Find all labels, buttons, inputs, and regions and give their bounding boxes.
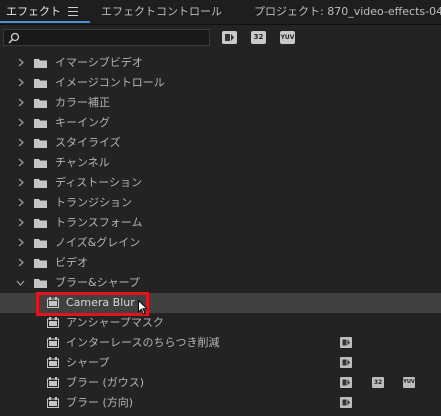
folder-icon bbox=[34, 99, 47, 108]
search-icon bbox=[8, 32, 20, 44]
folder-label: チャンネル bbox=[55, 156, 110, 169]
folder-icon bbox=[34, 279, 47, 288]
effect-label: ブラー (方向) bbox=[66, 396, 134, 409]
effect-row[interactable]: アンシャープマスク bbox=[0, 313, 441, 333]
accelerated-badge-icon bbox=[340, 357, 352, 368]
folder-row[interactable]: イメージコントロール bbox=[0, 73, 441, 93]
chevron-right-icon[interactable] bbox=[16, 198, 25, 207]
folder-label: ディストーション bbox=[55, 176, 143, 189]
effect-icon bbox=[47, 397, 59, 408]
folder-icon bbox=[34, 179, 47, 188]
folder-icon bbox=[34, 59, 47, 68]
folder-label: ノイズ&グレイン bbox=[55, 236, 141, 249]
folder-icon bbox=[34, 199, 47, 208]
folder-icon bbox=[34, 79, 47, 88]
folder-row[interactable]: トランスフォーム bbox=[0, 213, 441, 233]
folder-row[interactable]: カラー補正 bbox=[0, 93, 441, 113]
effects-tree: イマーシブビデオ イメージコントロール カラー補正 キーイング スタイライズ チ… bbox=[0, 53, 441, 416]
chevron-right-icon[interactable] bbox=[16, 78, 25, 87]
accelerated-badge-icon bbox=[340, 337, 352, 348]
accelerated-badge-icon bbox=[340, 377, 352, 388]
folder-label: キーイング bbox=[55, 116, 110, 129]
folder-row-expanded[interactable]: ブラー&シャープ bbox=[0, 273, 441, 293]
accelerated-effects-filter-icon[interactable] bbox=[222, 31, 237, 44]
effect-row[interactable]: インターレースのちらつき削減 bbox=[0, 333, 441, 353]
chevron-right-icon[interactable] bbox=[16, 58, 25, 67]
effect-label: アンシャープマスク bbox=[66, 316, 164, 329]
chevron-right-icon[interactable] bbox=[16, 118, 25, 127]
active-tab-underline bbox=[0, 21, 90, 23]
folder-label: トランジション bbox=[55, 196, 132, 209]
folder-label: スタイライズ bbox=[55, 136, 121, 149]
folder-icon bbox=[34, 139, 47, 148]
folder-icon bbox=[34, 219, 47, 228]
effect-icon bbox=[47, 377, 59, 388]
effects-toolbar: 32 YUV bbox=[0, 25, 441, 53]
32bit-badge-icon: 32 bbox=[372, 377, 384, 388]
folder-label: ブラー&シャープ bbox=[55, 276, 140, 289]
effect-icon bbox=[47, 337, 59, 348]
folder-row[interactable]: トランジション bbox=[0, 193, 441, 213]
yuv-filter-icon[interactable]: YUV bbox=[280, 31, 295, 44]
folder-label: イメージコントロール bbox=[55, 76, 165, 89]
tab-effects[interactable]: エフェクト bbox=[6, 5, 61, 19]
folder-row[interactable]: ノイズ&グレイン bbox=[0, 233, 441, 253]
effect-label: ブラー (ガウス) bbox=[66, 376, 145, 389]
effect-row[interactable]: ブラー (方向) bbox=[0, 393, 441, 413]
chevron-down-icon[interactable] bbox=[16, 278, 25, 287]
folder-row[interactable]: ディストーション bbox=[0, 173, 441, 193]
search-input[interactable] bbox=[3, 29, 210, 46]
chevron-right-icon[interactable] bbox=[16, 238, 25, 247]
folder-label: ビデオ bbox=[55, 256, 88, 269]
mouse-cursor-icon bbox=[138, 300, 148, 315]
tab-effect-controls[interactable]: エフェクトコントロール bbox=[101, 5, 222, 19]
tab-project[interactable]: プロジェクト: 870_video-effects-049- bbox=[254, 5, 441, 19]
effect-icon bbox=[47, 357, 59, 368]
effect-row[interactable]: ブラー (ガウス) 32 YUV bbox=[0, 373, 441, 393]
hamburger-menu-icon[interactable] bbox=[68, 7, 78, 16]
folder-label: カラー補正 bbox=[55, 96, 110, 109]
chevron-right-icon[interactable] bbox=[16, 258, 25, 267]
effect-label: シャープ bbox=[66, 356, 110, 369]
folder-icon bbox=[34, 119, 47, 128]
effect-row[interactable]: シャープ bbox=[0, 353, 441, 373]
folder-row[interactable]: イマーシブビデオ bbox=[0, 53, 441, 73]
folder-label: イマーシブビデオ bbox=[55, 56, 143, 69]
folder-row[interactable]: ビデオ bbox=[0, 253, 441, 273]
accelerated-badge-icon bbox=[340, 397, 352, 408]
yuv-badge-icon: YUV bbox=[403, 377, 415, 388]
folder-icon bbox=[34, 259, 47, 268]
highlight-annotation-box bbox=[36, 292, 149, 316]
folder-label: トランスフォーム bbox=[55, 216, 143, 229]
folder-icon bbox=[34, 159, 47, 168]
chevron-right-icon[interactable] bbox=[16, 218, 25, 227]
folder-row[interactable]: キーイング bbox=[0, 113, 441, 133]
panel-tab-bar: エフェクト エフェクトコントロール プロジェクト: 870_video-effe… bbox=[0, 0, 441, 25]
folder-icon bbox=[34, 239, 47, 248]
folder-row[interactable]: チャンネル bbox=[0, 153, 441, 173]
chevron-right-icon[interactable] bbox=[16, 178, 25, 187]
32bit-filter-icon[interactable]: 32 bbox=[251, 31, 266, 44]
effect-label: インターレースのちらつき削減 bbox=[66, 336, 220, 349]
chevron-right-icon[interactable] bbox=[16, 158, 25, 167]
effect-icon bbox=[47, 317, 59, 328]
chevron-right-icon[interactable] bbox=[16, 138, 25, 147]
chevron-right-icon[interactable] bbox=[16, 98, 25, 107]
folder-row[interactable]: スタイライズ bbox=[0, 133, 441, 153]
